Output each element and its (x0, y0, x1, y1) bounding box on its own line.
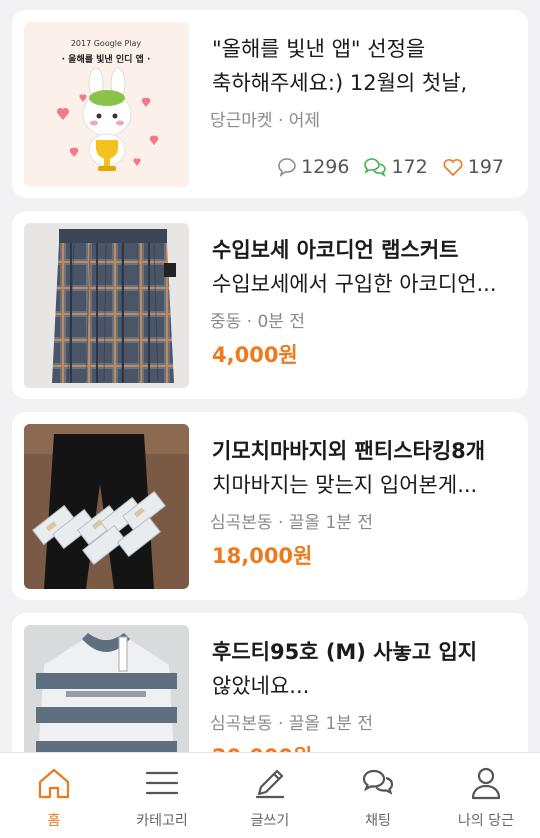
feed-card-product[interactable]: 수입보세 아코디언 랩스커트 수입보세에서 구입한 아코디언... 중동 · 0… (12, 211, 528, 399)
like-count: 197 (442, 156, 504, 178)
chat-count: 172 (363, 156, 428, 178)
thumb-caption-bottom: · 올해를 빛낸 인디 앱 · (62, 53, 151, 65)
card-price: 18,000원 (212, 544, 313, 568)
feed-card-product[interactable]: 후드티95호 (M) 사놓고 입지 않았네요... 심곡본동 · 끌올 1분 전… (12, 613, 528, 752)
card-title: 수입보세 아코디언 랩스커트 (212, 238, 459, 262)
tab-my-carrot[interactable]: 나의 당근 (432, 753, 540, 838)
product-photo (24, 424, 189, 589)
tab-chat[interactable]: 채팅 (324, 753, 432, 838)
card-subtitle: 않았네요... (212, 674, 310, 698)
comment-count: 1296 (277, 156, 349, 178)
card-stats: 1296 172 197 (277, 156, 504, 178)
card-meta: 심곡본동 · 끌올 1분 전 (210, 513, 373, 533)
pencil-icon (255, 769, 285, 799)
chat-bubbles-icon (364, 158, 387, 177)
bunny-trophy-illustration: 2017 Google Play · 올해를 빛낸 인디 앱 · (24, 22, 189, 187)
menu-icon (145, 771, 179, 795)
like-count-value: 197 (467, 156, 504, 178)
card-meta: 당근마켓 · 어제 (210, 111, 321, 131)
comment-icon (278, 158, 296, 177)
tab-home[interactable]: 홈 (0, 753, 108, 838)
notice-thumbnail: 2017 Google Play · 올해를 빛낸 인디 앱 · (24, 22, 189, 187)
bottom-tab-bar: 홈 카테고리 글쓰기 채팅 나의 당근 (0, 752, 540, 838)
card-meta: 중동 · 0분 전 (210, 312, 305, 332)
tab-category[interactable]: 카테고리 (108, 753, 216, 838)
card-title: 후드티95호 (M) 사놓고 입지 (212, 640, 478, 664)
feed-card-product[interactable]: 기모치마바지외 팬티스타킹8개 치마바지는 맞는지 입어본게... 심곡본동 ·… (12, 412, 528, 600)
pants-stockings-image (24, 424, 189, 589)
tab-category-label: 카테고리 (136, 813, 188, 829)
thumb-caption-top: 2017 Google Play (71, 39, 142, 48)
card-title: "올해를 빛낸 앱" 선정을 (212, 37, 426, 61)
card-price: 4,000원 (212, 343, 298, 367)
home-icon (38, 768, 70, 799)
tab-my-carrot-label: 나의 당근 (458, 813, 514, 829)
card-title: 기모치마바지외 팬티스타킹8개 (212, 439, 486, 463)
person-icon (471, 767, 501, 800)
plaid-skirt-image (24, 223, 189, 388)
chat-icon (362, 769, 394, 795)
feed-card-notice[interactable]: 2017 Google Play · 올해를 빛낸 인디 앱 · "올해를 빛낸… (12, 10, 528, 198)
heart-icon (443, 158, 463, 177)
tab-home-label: 홈 (47, 813, 61, 829)
tab-write-label: 글쓰기 (250, 813, 290, 829)
card-meta: 심곡본동 · 끌올 1분 전 (210, 714, 373, 734)
product-photo (24, 223, 189, 388)
card-subtitle: 수입보세에서 구입한 아코디언... (212, 272, 497, 296)
feed-list: 2017 Google Play · 올해를 빛낸 인디 앱 · "올해를 빛낸… (0, 0, 540, 752)
card-subtitle: 축하해주세요:) 12월의 첫날, (212, 71, 468, 95)
chat-count-value: 172 (391, 156, 428, 178)
product-photo (24, 625, 189, 752)
tab-chat-label: 채팅 (365, 813, 391, 829)
card-price: 20,000원 (212, 741, 312, 752)
striped-hoodie-image (24, 625, 189, 752)
comment-count-value: 1296 (301, 156, 350, 178)
card-subtitle: 치마바지는 맞는지 입어본게... (212, 473, 478, 497)
tab-write[interactable]: 글쓰기 (216, 753, 324, 838)
